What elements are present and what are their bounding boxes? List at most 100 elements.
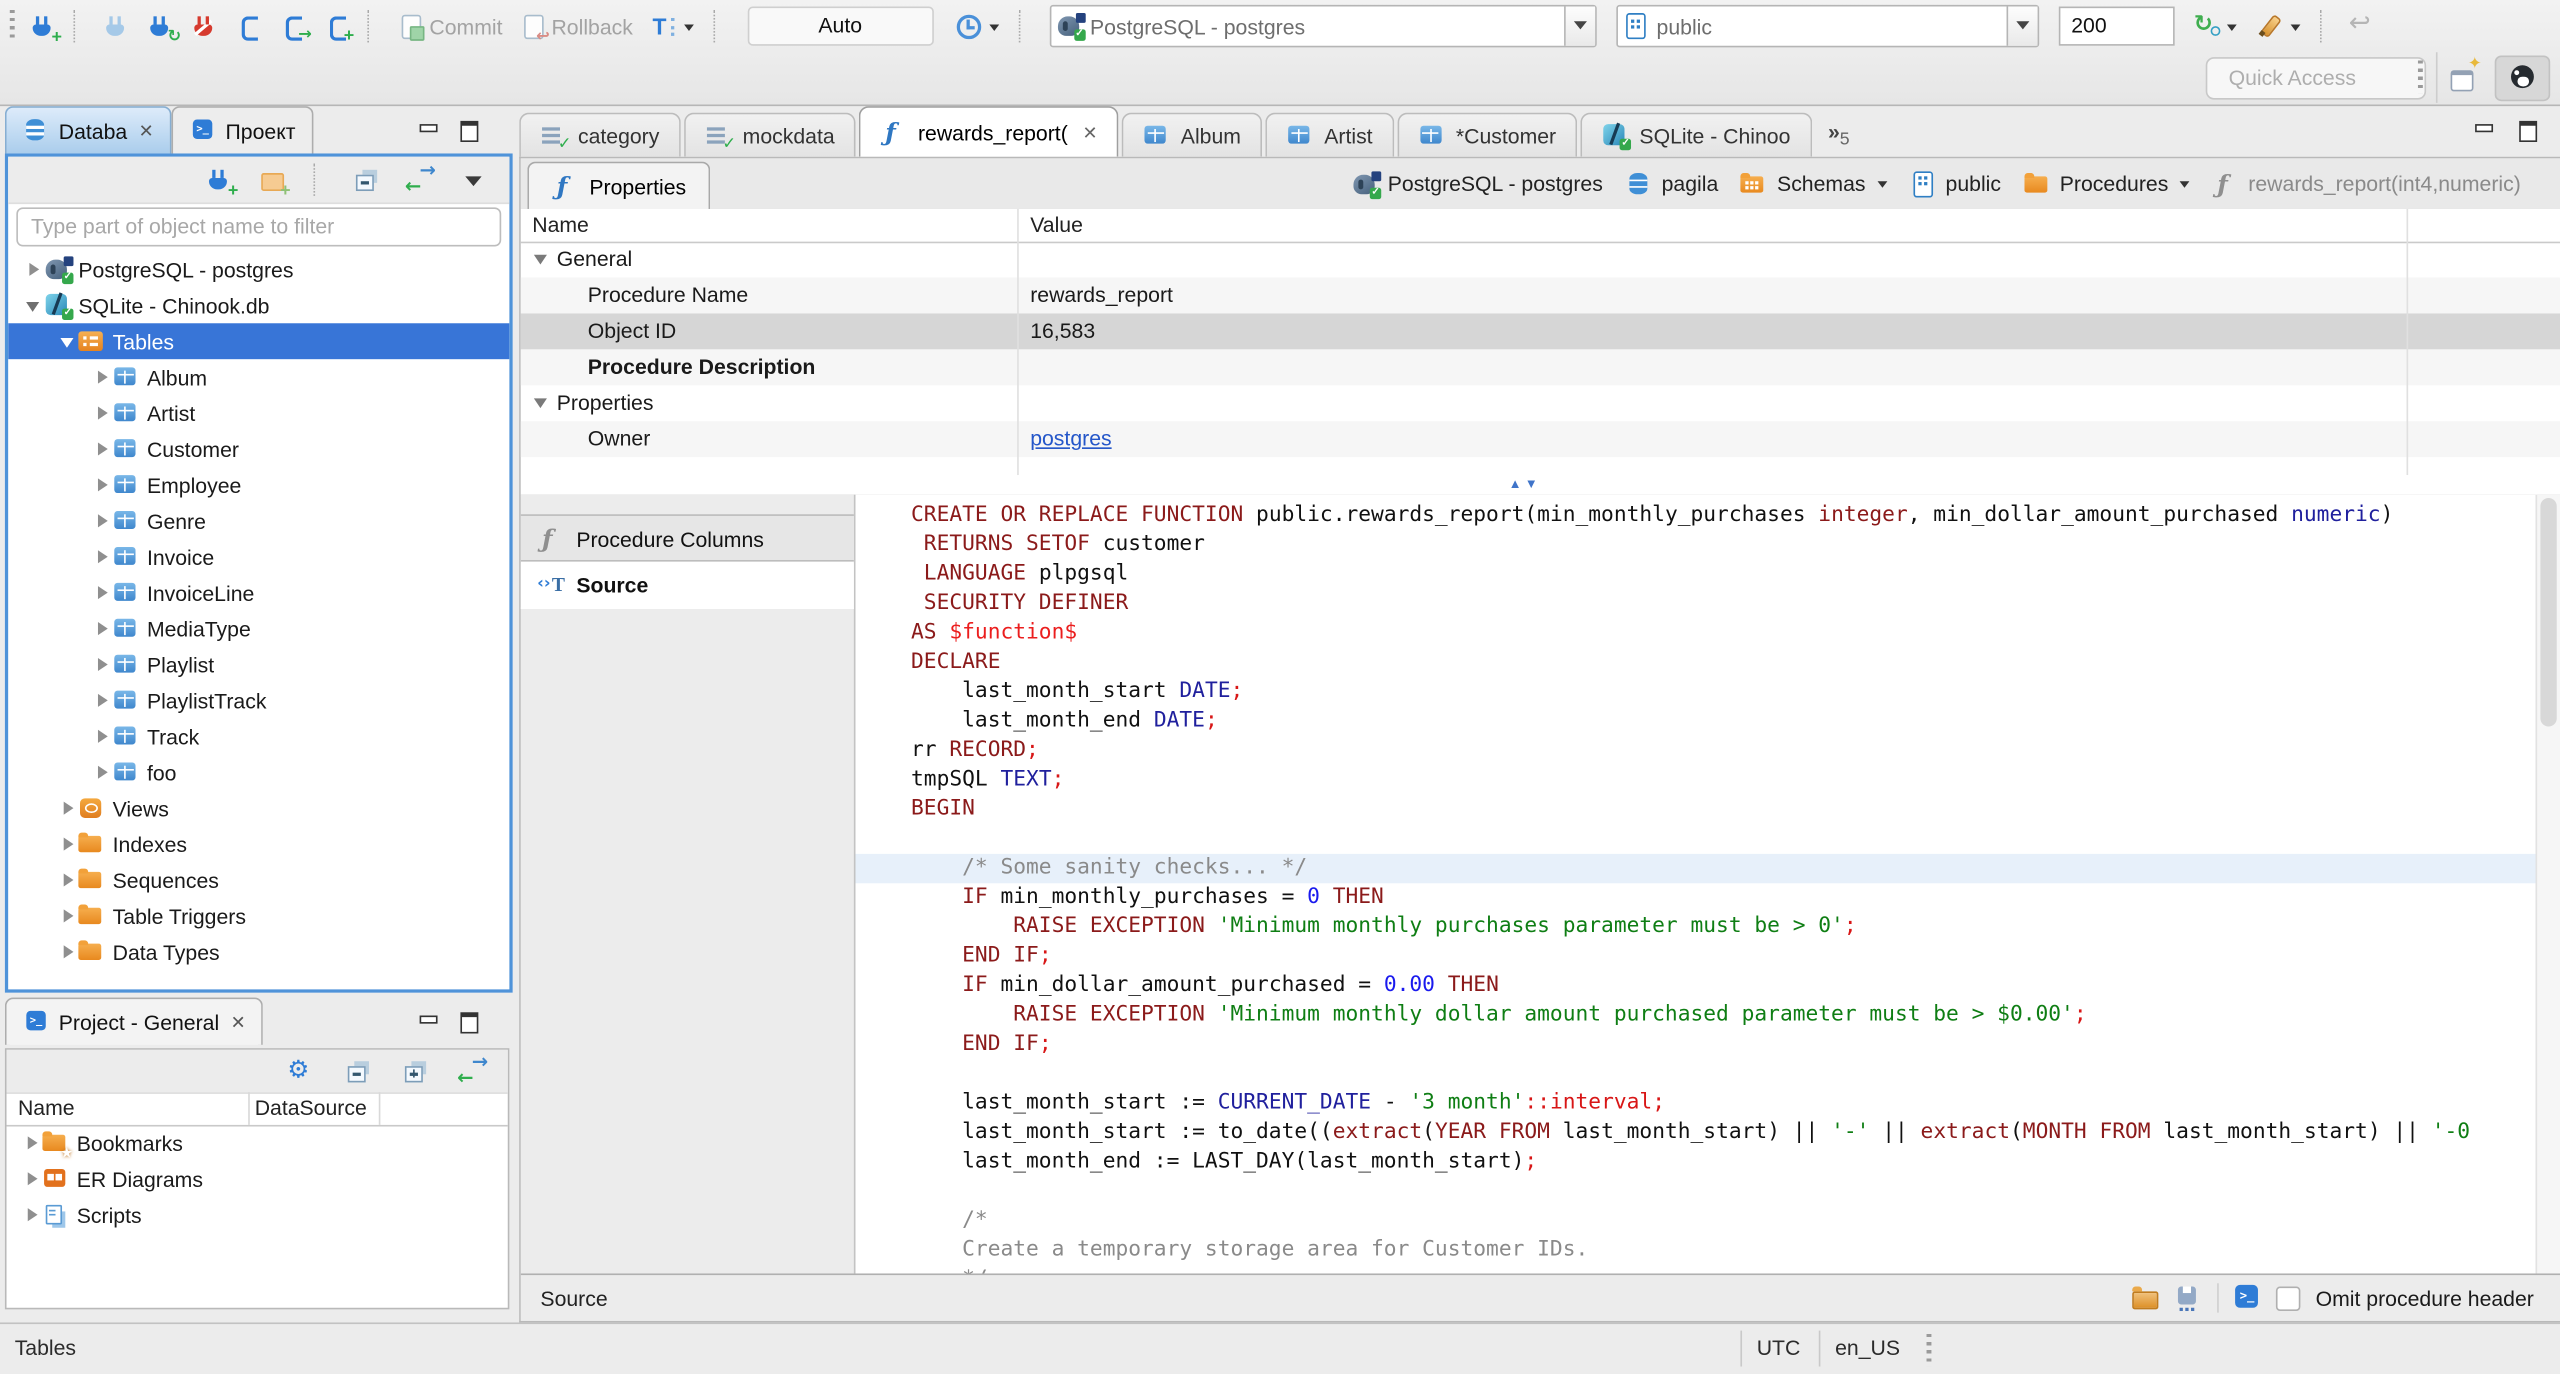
property-row-object-id[interactable]: Object ID 16,583 — [520, 313, 2560, 350]
connect-button[interactable] — [98, 8, 136, 44]
maximize-icon[interactable] — [457, 1009, 485, 1035]
expand-arrow-icon[interactable] — [93, 691, 113, 711]
tree-item-customer[interactable]: Customer — [8, 431, 509, 467]
column-divider[interactable] — [378, 1092, 381, 1125]
tab-project-explorer[interactable]: Проект — [171, 106, 314, 154]
expand-arrow-icon[interactable] — [59, 834, 79, 854]
tree-item-playlist[interactable]: Playlist — [8, 647, 509, 683]
expand-arrow-icon[interactable] — [59, 870, 79, 890]
column-name[interactable]: Name — [18, 1096, 75, 1120]
dropdown-icon[interactable] — [682, 13, 697, 39]
dropdown-icon[interactable] — [1876, 180, 1887, 187]
editor-tab-sqlite-chinoo[interactable]: SQLite - Chinoo — [1580, 112, 1812, 157]
tree-item-tables[interactable]: Tables — [8, 323, 510, 360]
vertical-scrollbar[interactable] — [2535, 494, 2560, 1276]
expand-arrow-icon[interactable] — [93, 511, 113, 531]
property-row-procedure-name[interactable]: Procedure Name rewards_report — [520, 277, 2560, 314]
plug-new-button[interactable] — [201, 162, 238, 199]
breadcrumb-procedures[interactable]: Procedures — [2023, 171, 2190, 197]
locale-indicator[interactable]: en_US — [1835, 1336, 1900, 1360]
quick-access-input[interactable]: Quick Access — [2205, 57, 2427, 100]
expand-arrow-icon[interactable] — [93, 367, 113, 387]
navigator-filter-input[interactable]: Type part of object name to filter — [16, 207, 502, 247]
expand-arrow-icon[interactable] — [23, 1169, 43, 1189]
breadcrumb-schemas[interactable]: Schemas — [1741, 171, 1887, 197]
tree-item-artist[interactable]: Artist — [8, 395, 509, 431]
tree-item-sqlite-chinook-db[interactable]: SQLite - Chinook.db — [8, 287, 509, 323]
commit-mode-selector[interactable]: Auto — [747, 6, 934, 46]
column-datasource[interactable]: DataSource — [255, 1096, 367, 1120]
expand-arrow-icon[interactable] — [93, 439, 113, 459]
generate-sql-button[interactable] — [2251, 8, 2308, 44]
refresh-button[interactable] — [2187, 8, 2244, 44]
combo-dropdown-icon[interactable] — [1563, 6, 1595, 46]
collapse-arrow-icon[interactable] — [533, 398, 547, 409]
close-icon[interactable]: ✕ — [1082, 122, 1097, 143]
expand-arrow-icon[interactable] — [59, 906, 79, 926]
combo-dropdown-icon[interactable] — [2005, 6, 2037, 46]
tree-item-views[interactable]: Views — [8, 790, 509, 826]
minimize-icon[interactable] — [416, 1009, 444, 1035]
property-row-owner[interactable]: Owner postgres — [520, 421, 2560, 458]
editor-tab-mockdata[interactable]: mockdata — [683, 112, 856, 157]
project-item-scripts[interactable]: Scripts — [7, 1197, 508, 1233]
maximize-icon[interactable] — [2516, 118, 2544, 144]
editor-tab-category[interactable]: category — [519, 112, 681, 157]
breadcrumb-rewards-report-int4-numeric-[interactable]: rewards_report(int4,numeric) — [2212, 171, 2521, 197]
resultset-size-input[interactable]: 200 — [2058, 6, 2175, 46]
grid-divider[interactable] — [2406, 208, 2409, 476]
expand-arrow-icon[interactable] — [24, 260, 44, 280]
tree-item-table-triggers[interactable]: Table Triggers — [8, 898, 509, 934]
property-row-properties[interactable]: Properties — [521, 385, 2560, 421]
collapse-all-button[interactable] — [348, 162, 386, 198]
property-value-link[interactable]: postgres — [1030, 426, 1111, 450]
breadcrumb-public[interactable]: public — [1910, 170, 2001, 197]
expand-arrow-icon[interactable] — [59, 798, 79, 818]
tree-item-album[interactable]: Album — [8, 359, 509, 395]
grid-column-name[interactable]: Name — [532, 212, 589, 236]
view-menu-button[interactable] — [456, 162, 494, 198]
collapse-arrow-icon[interactable] — [24, 296, 44, 316]
collapse-arrow-icon[interactable] — [533, 254, 547, 265]
property-row-procedure-description[interactable]: Procedure Description — [520, 349, 2560, 386]
new-sql-editor-button[interactable] — [318, 8, 356, 44]
tree-item-employee[interactable]: Employee — [8, 467, 509, 503]
editor-tab-album[interactable]: Album — [1122, 112, 1263, 157]
load-from-file-icon[interactable] — [2132, 1285, 2161, 1311]
close-icon[interactable]: ✕ — [231, 1011, 246, 1033]
tree-item-foo[interactable]: foo — [8, 754, 509, 790]
disconnect-button[interactable] — [186, 8, 224, 44]
tree-item-mediatype[interactable]: MediaType — [8, 611, 509, 647]
tab-project-general[interactable]: Project - General ✕ — [4, 997, 264, 1045]
sash-collapse-icon[interactable]: ▲▼ — [1509, 477, 1541, 492]
side-tab-source[interactable]: Source — [520, 559, 854, 609]
expand-arrow-icon[interactable] — [93, 547, 113, 567]
new-connection-button[interactable] — [24, 8, 62, 46]
tree-item-indexes[interactable]: Indexes — [8, 826, 509, 862]
dbeaver-perspective-button[interactable] — [2494, 55, 2551, 102]
tab-properties[interactable]: Properties — [527, 161, 711, 209]
tree-item-invoiceline[interactable]: InvoiceLine — [8, 575, 509, 611]
column-divider[interactable] — [248, 1092, 250, 1125]
transaction-mode-button[interactable] — [644, 8, 701, 44]
omit-procedure-header-checkbox[interactable] — [2276, 1285, 2301, 1311]
project-item-bookmarks[interactable]: Bookmarks — [7, 1125, 508, 1161]
link-button[interactable] — [454, 1051, 492, 1089]
tab-overflow-button[interactable]: »5 — [1828, 120, 1850, 157]
tree-item-playlisttrack[interactable]: PlaylistTrack — [8, 682, 509, 718]
expand-arrow-icon[interactable] — [93, 583, 113, 603]
gear-button[interactable] — [282, 1053, 320, 1089]
tree-item-genre[interactable]: Genre — [8, 503, 509, 539]
breadcrumb-pagila[interactable]: pagila — [1626, 171, 1718, 197]
expand-arrow-icon[interactable] — [93, 655, 113, 675]
open-sql-script-button[interactable] — [274, 8, 312, 44]
expand-all-button[interactable] — [397, 1053, 435, 1089]
minimize-icon[interactable] — [2472, 118, 2500, 144]
editor-tab--customer[interactable]: *Customer — [1397, 112, 1578, 157]
splitter-sash[interactable]: ▲▼ — [520, 475, 2560, 497]
tree-item-sequences[interactable]: Sequences — [8, 862, 509, 898]
navigate-back-button[interactable] — [2344, 8, 2382, 44]
active-schema-combo[interactable]: public — [1615, 4, 2039, 48]
maximize-icon[interactable] — [457, 118, 485, 144]
dropdown-icon[interactable] — [2179, 180, 2190, 187]
